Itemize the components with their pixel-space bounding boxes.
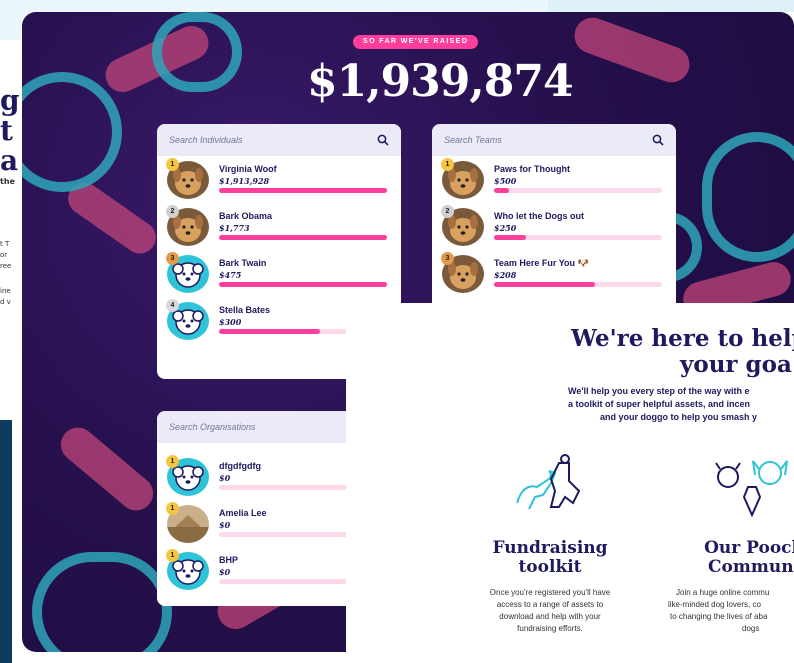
squiggle-decoration	[152, 12, 242, 92]
search-icon[interactable]	[377, 134, 389, 146]
progress-fill	[494, 282, 595, 287]
progress-bar	[219, 282, 387, 287]
feature-body: fundraising efforts.	[517, 624, 583, 633]
entry-name[interactable]: Bark Twain	[219, 258, 266, 268]
background-heading: g	[0, 84, 20, 117]
bone-decoration	[53, 420, 161, 518]
squiggle-decoration	[32, 552, 172, 652]
teams-list: 1 Paws for Thought $500 2 Who let the Dogs o…	[432, 156, 676, 297]
leaderboard-row[interactable]: 3 Bark Twain $475	[157, 250, 401, 297]
entry-name[interactable]: Virginia Woof	[219, 164, 277, 174]
background-page-dark	[0, 420, 12, 663]
progress-fill	[219, 329, 320, 334]
dog-and-person-icon	[516, 454, 581, 510]
entry-amount: $0	[219, 567, 231, 577]
individuals-search-input[interactable]	[169, 135, 349, 145]
background-text: or	[0, 251, 8, 259]
organisations-search-input[interactable]	[169, 422, 349, 432]
feature-body: Join a huge online commu	[676, 588, 770, 597]
background-heading: a	[0, 144, 19, 177]
background-text: the	[0, 177, 15, 186]
search-icon[interactable]	[652, 134, 664, 146]
progress-bar	[494, 235, 662, 240]
rank-badge: 1	[166, 502, 179, 515]
leaderboard-row[interactable]: 2 Bark Obama $1,773	[157, 203, 401, 250]
progress-fill	[494, 235, 526, 240]
progress-fill	[494, 188, 509, 193]
overlay-subtext: We'll help you every step of the way wit…	[568, 386, 750, 396]
background-page-strip	[548, 0, 794, 12]
feature-body: download and help with your	[499, 612, 601, 621]
overlay-heading: your goa	[680, 351, 792, 378]
entry-amount: $208	[494, 270, 517, 280]
rank-badge: 1	[166, 455, 179, 468]
background-text: t T	[0, 240, 10, 248]
rank-badge: 3	[441, 252, 454, 265]
feature-body: like-minded dog lovers, co	[668, 600, 761, 609]
teams-search-input[interactable]	[444, 135, 624, 145]
entry-name[interactable]: Paws for Thought	[494, 164, 570, 174]
entry-amount: $500	[494, 176, 517, 186]
background-text: d v	[0, 298, 11, 306]
raised-label-badge: SO FAR WE'VE RAISED	[353, 35, 479, 49]
progress-bar	[494, 188, 662, 193]
squiggle-decoration	[702, 132, 794, 262]
progress-fill	[219, 188, 387, 193]
entry-amount: $1,773	[219, 223, 250, 233]
rank-badge: 1	[441, 158, 454, 171]
teams-search-bar	[432, 124, 676, 156]
leaderboard-row[interactable]: 1 Virginia Woof $1,913,928	[157, 156, 401, 203]
background-text: ree	[0, 262, 12, 270]
overlay-heading: We're here to help	[571, 325, 794, 352]
info-overlay-page: We're here to help your goa We'll help y…	[346, 303, 794, 663]
progress-fill	[219, 282, 387, 287]
progress-bar	[494, 282, 662, 287]
feature-title: Our Pooch	[704, 538, 794, 558]
leaderboard-row[interactable]: 3 Team Here Fur You 🐶 $208	[432, 250, 676, 297]
feature-body: to changing the lives of aba	[670, 612, 768, 621]
rank-badge: 2	[441, 205, 454, 218]
entry-amount: $1,913,928	[219, 176, 270, 186]
rank-badge: 2	[166, 205, 179, 218]
background-heading: t	[0, 114, 13, 147]
entry-amount: $250	[494, 223, 517, 233]
entry-name[interactable]: Who let the Dogs out	[494, 211, 584, 221]
background-text: ine	[0, 287, 11, 295]
progress-fill	[219, 235, 387, 240]
teams-leaderboard: 1 Paws for Thought $500 2 Who let the Dogs o…	[432, 124, 676, 319]
overlay-subtext: and your doggo to help you smash y	[600, 412, 758, 422]
entry-name[interactable]: BHP	[219, 555, 238, 565]
bone-decoration	[569, 12, 695, 88]
progress-bar	[219, 188, 387, 193]
entry-amount: $0	[219, 473, 231, 483]
feature-title: Fundraising	[492, 538, 608, 558]
raised-total: $1,939,874	[307, 56, 574, 107]
rank-badge: 1	[166, 158, 179, 171]
feature-title: Communi	[707, 557, 794, 577]
entry-amount: $300	[219, 317, 242, 327]
rank-badge: 3	[166, 252, 179, 265]
entry-name[interactable]: dfgdfgdfg	[219, 461, 261, 471]
entry-amount: $475	[219, 270, 242, 280]
rank-badge: 4	[166, 299, 179, 312]
entry-amount: $0	[219, 520, 231, 530]
progress-bar	[219, 235, 387, 240]
overlay-subtext: a toolkit of super helpful assets, and i…	[568, 399, 751, 409]
feature-title: toolkit	[518, 557, 582, 577]
individuals-search-bar	[157, 124, 401, 156]
entry-name[interactable]: Bark Obama	[219, 211, 272, 221]
feature-body: dogs	[742, 624, 760, 633]
leaderboard-row[interactable]: 2 Who let the Dogs out $250	[432, 203, 676, 250]
feature-body: Once you're registered you'll have	[489, 588, 611, 597]
rank-badge: 1	[166, 549, 179, 562]
entry-name[interactable]: Amelia Lee	[219, 508, 267, 518]
feature-body: access to a range of assets to	[496, 600, 604, 609]
leaderboard-row[interactable]: 1 Paws for Thought $500	[432, 156, 676, 203]
entry-name[interactable]: Team Here Fur You 🐶	[494, 258, 589, 269]
dog-faces-icon	[715, 460, 788, 518]
entry-name[interactable]: Stella Bates	[219, 305, 270, 315]
